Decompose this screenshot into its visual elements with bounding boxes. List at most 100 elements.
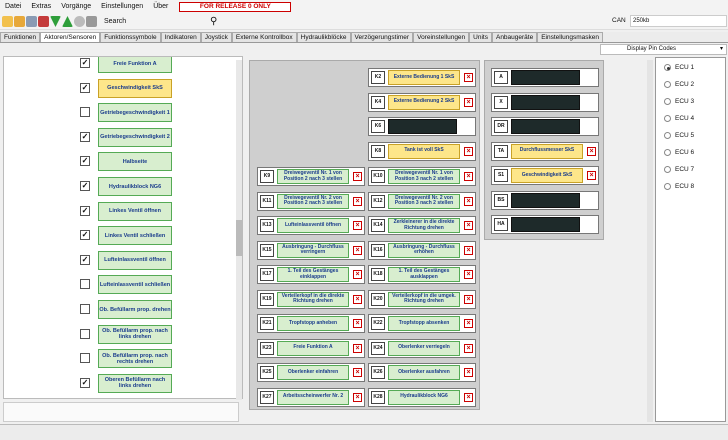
tab-item[interactable]: Funktionen <box>0 32 41 42</box>
connector-function[interactable]: Hydraulikblock NG6 <box>388 389 460 405</box>
tab-item[interactable]: Externe Kontrollbox <box>231 32 297 42</box>
actuator-checkbox[interactable]: ✓ <box>80 58 90 68</box>
remove-icon[interactable]: × <box>464 146 473 156</box>
actuator-label[interactable]: Ob. Befüllarm prop. nach rechts drehen <box>98 349 172 369</box>
actuator-checkbox[interactable]: ✓ <box>80 131 90 142</box>
remove-icon[interactable]: × <box>353 294 362 304</box>
actuator-checkbox[interactable] <box>80 107 90 118</box>
actuator-checkbox[interactable]: ✓ <box>80 82 90 93</box>
remove-icon[interactable]: × <box>353 319 362 328</box>
ecu-option[interactable]: ECU 2 <box>664 81 694 88</box>
remove-icon[interactable]: × <box>464 294 473 304</box>
remove-icon[interactable]: × <box>464 392 473 402</box>
actuator-label[interactable]: Linkes Ventil öffnen <box>98 201 172 221</box>
ecu-radio[interactable] <box>664 64 671 71</box>
remove-icon[interactable]: × <box>353 221 362 230</box>
actuator-checkbox[interactable]: ✓ <box>80 156 90 167</box>
remove-icon[interactable]: × <box>464 97 473 107</box>
connector-function[interactable]: Lufteinlassventil öffnen <box>277 218 349 233</box>
new-icon[interactable] <box>2 16 13 27</box>
ecu-option[interactable]: ECU 3 <box>664 98 694 105</box>
actuator-checkbox[interactable]: ✓ <box>80 377 90 388</box>
actuator-checkbox[interactable]: ✓ <box>80 254 90 265</box>
menu-item[interactable]: Datei <box>0 0 26 14</box>
connector-function[interactable] <box>511 70 580 85</box>
actuator-checkbox[interactable] <box>80 328 90 339</box>
connector-function[interactable] <box>511 192 580 208</box>
remove-icon[interactable]: × <box>353 196 362 206</box>
remove-icon[interactable]: × <box>353 270 362 279</box>
actuator-label[interactable]: Linkes Ventil schließen <box>98 226 172 246</box>
actuator-checkbox[interactable]: ✓ <box>80 205 90 216</box>
connector-function[interactable]: Externe Bedienung 2 SkS <box>388 94 460 110</box>
remove-icon[interactable]: × <box>464 196 473 206</box>
connector-function[interactable]: Dreiwegeventil Nr. 2 von Position 3 nach… <box>388 193 460 209</box>
delete-icon[interactable] <box>38 16 49 27</box>
connector-function[interactable]: Verteilerkopf in die umgek. Richtung dre… <box>388 291 460 307</box>
connector-function[interactable]: Oberlenker verriegeln <box>388 340 460 356</box>
connector-function[interactable]: Freie Funktion A <box>277 340 349 356</box>
ecu-option[interactable]: ECU 8 <box>664 183 694 190</box>
connector-function[interactable]: Tropfstopp anheben <box>277 316 349 331</box>
connector-function[interactable]: 1. Teil des Gestänges einklappen <box>277 267 349 282</box>
actuator-label[interactable]: Geschwindigkeit SkS <box>98 78 172 98</box>
connector-function[interactable] <box>511 119 580 134</box>
remove-icon[interactable]: × <box>464 221 473 230</box>
actuator-label[interactable]: Oberen Befüllarm nach links drehen <box>98 373 172 393</box>
connector-function[interactable] <box>511 94 580 110</box>
actuator-label[interactable]: Hydraulikblock NG6 <box>98 177 172 196</box>
menu-item[interactable]: Über <box>148 0 173 14</box>
remove-icon[interactable]: × <box>353 392 362 402</box>
ecu-option[interactable]: ECU 6 <box>664 149 694 156</box>
actuator-label[interactable]: Lufteinlassventil öffnen <box>98 250 172 270</box>
remove-icon[interactable]: × <box>464 73 473 82</box>
connector-function[interactable]: Verteilerkopf in die direkte Richtung dr… <box>277 291 349 307</box>
ecu-option[interactable]: ECU 7 <box>664 166 694 173</box>
remove-icon[interactable]: × <box>353 368 362 377</box>
calculator-icon[interactable] <box>86 16 97 27</box>
tab-item[interactable]: Joystick <box>200 32 232 42</box>
connector-function[interactable]: Oberlenker ausfahren <box>388 365 460 380</box>
menu-item[interactable]: Einstellungen <box>96 0 148 14</box>
actuator-label[interactable]: Getriebegeschwindigkeit 1 <box>98 103 172 123</box>
arrow-up-icon[interactable] <box>62 16 73 27</box>
connector-function[interactable]: Tank ist voll SkS <box>388 143 460 159</box>
actuator-label[interactable]: Ob. Befüllarm prop. drehen <box>98 300 172 319</box>
tab-item[interactable]: Einstellungsmasken <box>537 32 604 42</box>
ecu-radio[interactable] <box>664 81 671 88</box>
tab-item[interactable]: Units <box>469 32 492 42</box>
menu-item[interactable]: Vorgänge <box>56 0 96 14</box>
tab-item[interactable]: Funktionssymbole <box>100 32 161 42</box>
actuator-label[interactable]: Lufteinlassventil schließen <box>98 275 172 295</box>
actuator-checkbox[interactable]: ✓ <box>80 230 90 241</box>
tab-item[interactable]: Anbaugeräte <box>491 32 538 42</box>
center-scrollbar[interactable] <box>647 60 653 422</box>
ecu-radio[interactable] <box>664 98 671 105</box>
connector-function[interactable]: Oberlenker einfahren <box>277 365 349 380</box>
ecu-radio[interactable] <box>664 149 671 156</box>
connector-function[interactable]: Externe Bedienung 1 SkS <box>388 70 460 85</box>
tab-item[interactable]: Indikatoren <box>160 32 201 42</box>
remove-icon[interactable]: × <box>464 172 473 181</box>
actuator-label[interactable]: Ob. Befüllarm prop. nach links drehen <box>98 324 172 344</box>
actuator-checkbox[interactable]: ✓ <box>80 181 90 191</box>
open-folder-icon[interactable] <box>14 16 25 27</box>
tab-item[interactable]: Hydraulikblöcke <box>296 32 351 42</box>
tab-item[interactable]: Aktoren/Sensoren <box>40 32 101 42</box>
ecu-option[interactable]: ECU 4 <box>664 115 694 122</box>
connector-function[interactable]: 1. Teil des Gestänges ausklappen <box>388 267 460 282</box>
tab-item[interactable]: Voreinstellungen <box>413 32 470 42</box>
actuator-label[interactable]: Halbseite <box>98 152 172 172</box>
can-speed-select[interactable]: 250kb <box>630 15 727 27</box>
connector-function[interactable] <box>511 217 580 232</box>
connector-function[interactable]: Durchflussmesser SkS <box>511 143 583 159</box>
remove-icon[interactable]: × <box>464 270 473 279</box>
connector-function[interactable]: Dreiwegeventil Nr. 2 von Position 2 nach… <box>277 193 349 209</box>
actuator-label[interactable]: Getriebegeschwindigkeit 2 <box>98 127 172 147</box>
arrow-down-icon[interactable] <box>50 16 61 27</box>
ecu-radio[interactable] <box>664 115 671 122</box>
save-icon[interactable] <box>26 16 37 27</box>
connector-function[interactable]: Dreiwegeventil Nr. 1 von Position 2 nach… <box>277 169 349 184</box>
actuator-label[interactable]: Freie Funktion A <box>98 57 172 73</box>
remove-icon[interactable]: × <box>464 245 473 255</box>
